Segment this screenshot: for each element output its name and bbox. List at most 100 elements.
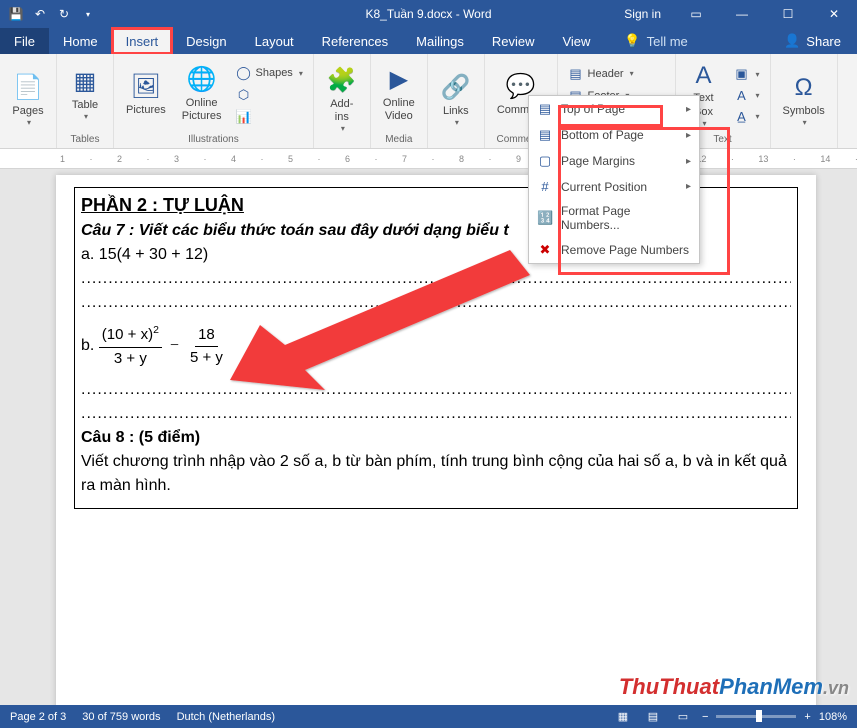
tab-home[interactable]: Home	[49, 28, 112, 54]
bottom-page-icon: ▤	[537, 127, 553, 143]
horizontal-ruler[interactable]: 1 · 2 · 3 · 4 · 5 · 6 · 7 · 8 · 9 · 10 ·…	[0, 149, 857, 169]
format-icon: 🔢	[537, 210, 553, 226]
smartart-button[interactable]: ⬡	[232, 85, 307, 105]
dotted-line: ........................................…	[81, 267, 791, 291]
status-words[interactable]: 30 of 759 words	[82, 711, 160, 723]
text-group-label: Text	[713, 132, 731, 148]
tab-design[interactable]: Design	[172, 28, 240, 54]
tab-layout[interactable]: Layout	[241, 28, 308, 54]
undo-icon[interactable]: ↶	[30, 4, 50, 24]
ribbon-display-icon[interactable]: ▭	[673, 0, 719, 28]
submenu-arrow-icon: ▸	[686, 104, 691, 115]
menu-top-of-page[interactable]: ▤Top of Page▸	[529, 96, 699, 122]
menu-format-page-numbers[interactable]: 🔢Format Page Numbers...	[529, 199, 699, 237]
links-button[interactable]: 🔗Links▾	[434, 72, 478, 130]
tab-insert[interactable]: Insert	[112, 28, 173, 54]
save-icon[interactable]: 💾	[6, 4, 26, 24]
document-title: K8_Tuần 9.docx - Word	[365, 7, 491, 21]
page-number-menu: ▤Top of Page▸ ▤Bottom of Page▸ ▢Page Mar…	[528, 95, 700, 264]
tell-me-search[interactable]: 💡Tell me	[610, 28, 701, 54]
chart-icon: 📊	[236, 109, 252, 125]
table-icon: ▦	[74, 68, 97, 97]
watermark: ThuThuatPhanMem.vn	[619, 674, 849, 700]
online-video-button[interactable]: ▶Online Video	[377, 64, 421, 125]
document-area[interactable]: PHẦN 2 : TỰ LUẬN Câu 7 : Viết các biểu t…	[0, 169, 857, 709]
header-button[interactable]: ▤Header▾	[564, 64, 669, 84]
addins-button[interactable]: 🧩Add- ins▾	[320, 65, 364, 136]
tab-references[interactable]: References	[308, 28, 402, 54]
table-button[interactable]: ▦Table▾	[63, 66, 107, 124]
page: PHẦN 2 : TỰ LUẬN Câu 7 : Viết các biểu t…	[56, 175, 816, 709]
menu-remove-page-numbers[interactable]: ✖Remove Page Numbers	[529, 237, 699, 263]
question-8-body: Viết chương trình nhập vào 2 số a, b từ …	[81, 453, 787, 494]
tab-review[interactable]: Review	[478, 28, 549, 54]
pictures-icon: 🖼	[131, 73, 161, 102]
video-icon: ▶	[390, 66, 408, 95]
qat-customize-icon[interactable]: ▾	[78, 4, 98, 24]
read-mode-icon[interactable]: ▦	[612, 708, 634, 726]
tab-file[interactable]: File	[0, 28, 49, 54]
dropcap-button[interactable]: A̲▾	[730, 107, 764, 126]
status-page[interactable]: Page 2 of 3	[10, 711, 66, 723]
top-page-icon: ▤	[537, 101, 553, 117]
smartart-icon: ⬡	[236, 87, 252, 103]
illustrations-group-label: Illustrations	[188, 132, 239, 148]
tab-view[interactable]: View	[548, 28, 604, 54]
zoom-slider[interactable]	[716, 715, 796, 718]
margins-icon: ▢	[537, 153, 553, 169]
heading-phan2: PHẦN 2 : TỰ LUẬN	[81, 195, 244, 215]
title-bar: 💾 ↶ ↻ ▾ K8_Tuần 9.docx - Word Sign in ▭ …	[0, 0, 857, 28]
dotted-line: ........................................…	[81, 378, 791, 402]
menu-bottom-of-page[interactable]: ▤Bottom of Page▸	[529, 122, 699, 148]
question-7-title: Câu 7 : Viết các biểu thức toán sau đây …	[81, 222, 509, 239]
question-7b: b. (10 + x)23 + y − 185 + y	[81, 337, 226, 354]
dotted-line: ........................................…	[81, 291, 791, 315]
tab-mailings[interactable]: Mailings	[402, 28, 478, 54]
web-layout-icon[interactable]: ▭	[672, 708, 694, 726]
submenu-arrow-icon: ▸	[686, 181, 691, 192]
print-layout-icon[interactable]: ▤	[642, 708, 664, 726]
menu-current-position[interactable]: #Current Position▸	[529, 174, 699, 199]
tables-group-label: Tables	[71, 132, 100, 148]
bulb-icon: 💡	[624, 33, 640, 49]
ribbon-insert: 📄Pages▾ ▦Table▾ Tables 🖼Pictures 🌐Online…	[0, 54, 857, 149]
media-group-label: Media	[385, 132, 412, 148]
question-7a: a. 15(4 + 30 + 12)	[81, 246, 208, 263]
links-icon: 🔗	[441, 74, 471, 103]
shapes-button[interactable]: ◯Shapes▾	[232, 63, 307, 83]
submenu-arrow-icon: ▸	[686, 156, 691, 167]
dropcap-icon: A̲	[734, 109, 750, 124]
zoom-in-button[interactable]: +	[804, 711, 810, 723]
ribbon-tabs: File Home Insert Design Layout Reference…	[0, 28, 857, 54]
remove-icon: ✖	[537, 242, 553, 258]
status-language[interactable]: Dutch (Netherlands)	[177, 711, 275, 723]
quickparts-button[interactable]: ▣▾	[730, 64, 764, 84]
wordart-button[interactable]: A▾	[730, 86, 764, 105]
header-icon: ▤	[568, 66, 584, 82]
close-icon[interactable]: ✕	[811, 0, 857, 28]
zoom-level[interactable]: 108%	[819, 711, 847, 723]
share-icon: 👤	[784, 33, 800, 49]
question-8-title: Câu 8 : (5 điểm)	[81, 429, 200, 446]
pictures-button[interactable]: 🖼Pictures	[120, 71, 172, 119]
share-button[interactable]: 👤Share	[768, 28, 857, 54]
symbols-button[interactable]: ΩSymbols▾	[777, 72, 831, 130]
textbox-icon: A	[696, 62, 712, 91]
status-bar: Page 2 of 3 30 of 759 words Dutch (Nethe…	[0, 705, 857, 728]
zoom-out-button[interactable]: −	[702, 711, 708, 723]
wordart-icon: A	[734, 88, 750, 103]
current-pos-icon: #	[537, 179, 553, 194]
maximize-icon[interactable]: ☐	[765, 0, 811, 28]
online-pictures-icon: 🌐	[187, 66, 217, 95]
quickparts-icon: ▣	[734, 66, 750, 82]
online-pictures-button[interactable]: 🌐Online Pictures	[176, 64, 228, 125]
redo-icon[interactable]: ↻	[54, 4, 74, 24]
sign-in-link[interactable]: Sign in	[612, 7, 673, 21]
pages-button[interactable]: 📄Pages▾	[6, 72, 50, 130]
chart-button[interactable]: 📊	[232, 107, 307, 127]
menu-page-margins[interactable]: ▢Page Margins▸	[529, 148, 699, 174]
minimize-icon[interactable]: —	[719, 0, 765, 28]
symbols-icon: Ω	[795, 74, 813, 103]
dotted-line: ........................................…	[81, 402, 791, 426]
pages-icon: 📄	[13, 74, 43, 103]
